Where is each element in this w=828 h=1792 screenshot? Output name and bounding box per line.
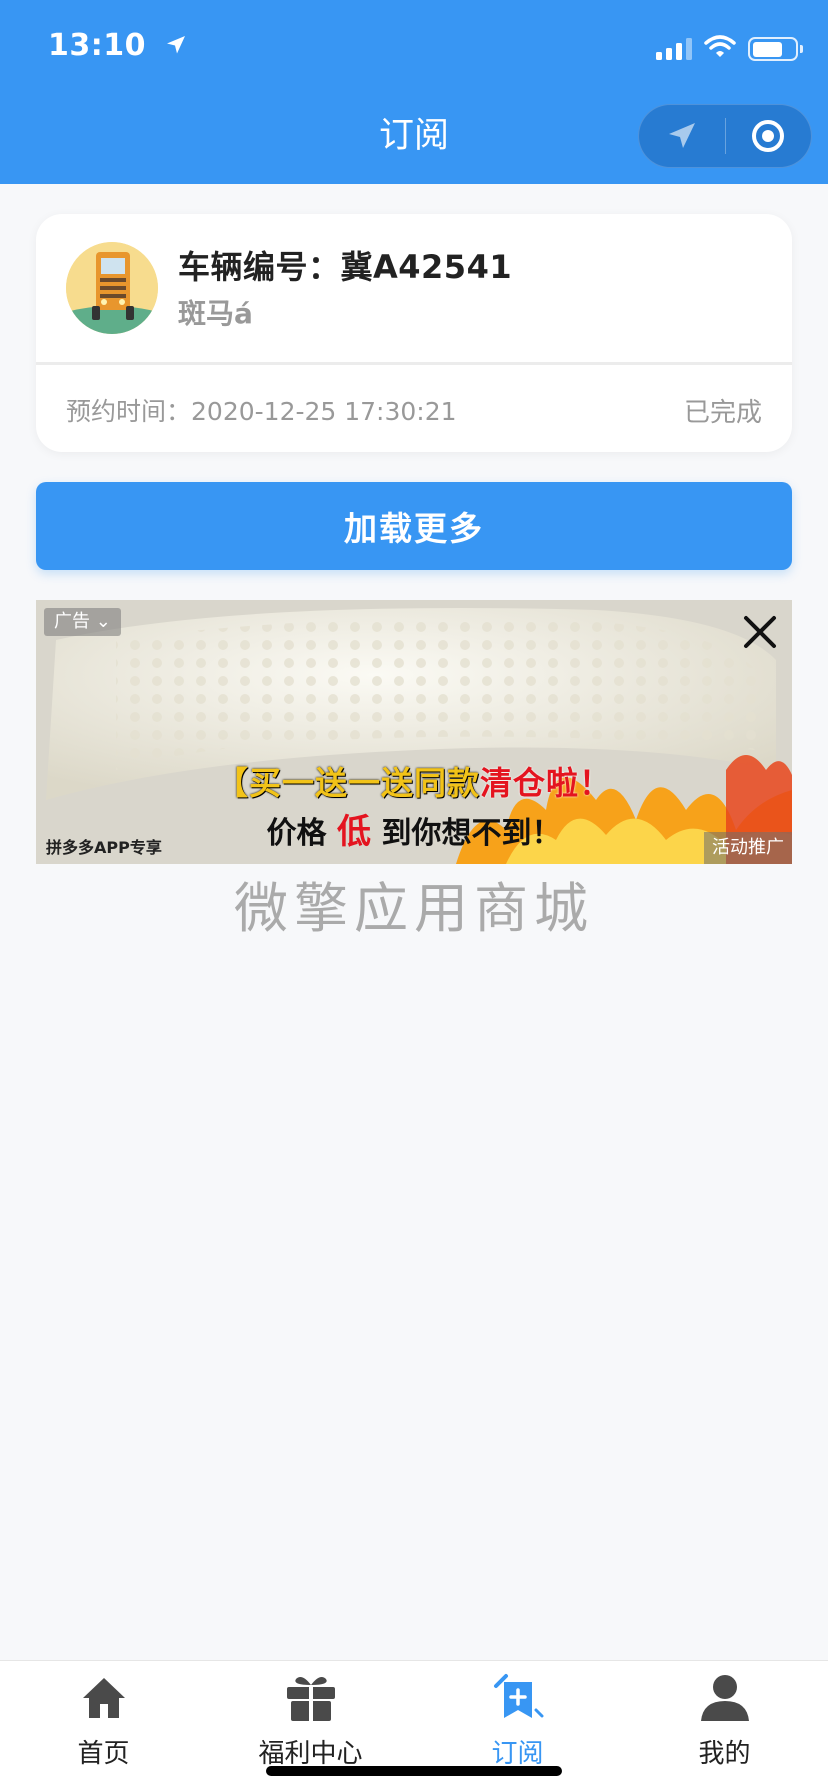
tab-mine[interactable]: 我的 bbox=[621, 1661, 828, 1792]
bookmark-add-icon bbox=[492, 1669, 544, 1727]
appointment-label: 预约时间： bbox=[66, 397, 192, 426]
status-badge: 已完成 bbox=[683, 398, 762, 428]
vehicle-number: 车辆编号：冀A42541 bbox=[178, 248, 513, 286]
cellular-signal-icon bbox=[656, 38, 692, 60]
tab-label: 我的 bbox=[698, 1739, 751, 1769]
user-icon bbox=[699, 1669, 751, 1727]
record-circle-icon[interactable] bbox=[726, 104, 812, 168]
home-icon bbox=[81, 1669, 127, 1727]
ad-subline-prefix: 价格 bbox=[266, 816, 327, 851]
gift-icon bbox=[284, 1669, 338, 1727]
wifi-icon bbox=[704, 35, 736, 63]
load-more-button[interactable]: 加载更多 bbox=[36, 482, 792, 570]
truck-avatar-icon bbox=[66, 242, 158, 334]
tab-label: 福利中心 bbox=[258, 1739, 363, 1769]
location-arrow-icon bbox=[165, 29, 187, 64]
driver-name: 斑马á bbox=[178, 297, 253, 330]
status-bar-time: 13:10 bbox=[48, 28, 187, 64]
card-divider bbox=[36, 362, 792, 365]
ad-headline: 【买一送一送同款清仓啦！ bbox=[36, 758, 792, 804]
location-arrow-icon[interactable] bbox=[639, 104, 725, 168]
tab-label: 首页 bbox=[77, 1739, 130, 1769]
mini-program-capsule bbox=[638, 104, 812, 168]
home-indicator[interactable] bbox=[266, 1766, 562, 1776]
appointment-time: 预约时间：2020-12-25 17:30:21 bbox=[66, 392, 457, 428]
close-icon[interactable] bbox=[740, 612, 780, 656]
app-header: 13:10 订阅 bbox=[0, 0, 828, 184]
ad-tag-label: 广告 bbox=[54, 611, 90, 632]
chevron-down-icon: ⌄ bbox=[95, 611, 111, 632]
ad-source-label: 拼多多APP专享 bbox=[46, 838, 162, 857]
tab-home[interactable]: 首页 bbox=[0, 1661, 207, 1792]
ad-headline-yellow: 【买一送一送同款 bbox=[215, 764, 480, 802]
ad-headline-red: 清仓啦！ bbox=[480, 764, 613, 802]
ad-subline-red: 低 bbox=[337, 812, 371, 852]
tab-label: 订阅 bbox=[491, 1739, 544, 1769]
status-bar-indicators bbox=[656, 34, 803, 64]
ad-promo-label: 活动推广 bbox=[704, 832, 792, 864]
subscription-record-card[interactable]: 车辆编号：冀A42541 斑马á 预约时间：2020-12-25 17:30:2… bbox=[36, 214, 792, 452]
ad-tag[interactable]: 广告 ⌄ bbox=[44, 608, 121, 636]
clock-text: 13:10 bbox=[48, 28, 146, 63]
appointment-value: 2020-12-25 17:30:21 bbox=[191, 397, 457, 426]
ad-subline-suffix: 到你想不到！ bbox=[381, 816, 562, 851]
battery-icon bbox=[748, 37, 803, 61]
ad-banner[interactable]: 广告 ⌄ 【买一送一送同款清仓啦！ 价格 低 到你想不到！ 拼多多APP专享 活… bbox=[36, 600, 792, 864]
watermark-text: 微擎应用商城 bbox=[234, 877, 594, 940]
